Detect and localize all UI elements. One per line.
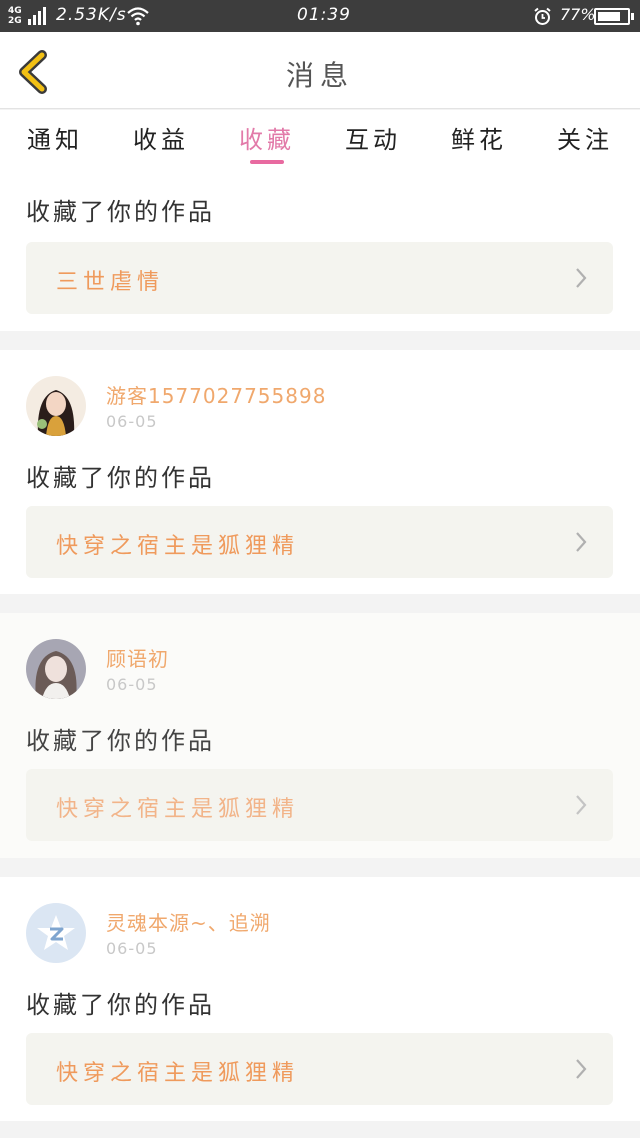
message-action: 收藏了你的作品 (26, 198, 215, 226)
network-type-top: 4G (8, 6, 22, 16)
chevron-right-icon (576, 1059, 587, 1079)
tab-earnings[interactable]: 收益 (116, 120, 206, 155)
message-card: 顾语初 06-05 收藏了你的作品 快穿之宿主是狐狸精 (0, 613, 640, 858)
tab-flowers[interactable]: 鲜花 (434, 120, 524, 155)
username[interactable]: 游客1577027755898 (106, 380, 326, 409)
work-title: 快穿之宿主是狐狸精 (56, 797, 300, 822)
message-card: 灵魂本源~、追溯 06-05 收藏了你的作品 快穿之宿主是狐狸精 (0, 877, 640, 1121)
battery-percent: 77% (560, 5, 596, 24)
message-action: 收藏了你的作品 (26, 727, 215, 755)
avatar[interactable] (26, 639, 86, 699)
chevron-right-icon (576, 795, 587, 815)
chevron-right-icon (576, 268, 587, 288)
tab-interactions[interactable]: 互动 (328, 120, 418, 155)
alarm-icon (534, 7, 551, 25)
username[interactable]: 顾语初 (106, 643, 169, 672)
message-date: 06-05 (106, 675, 158, 694)
message-card: 收藏了你的作品 三世虐情 (0, 168, 640, 331)
work-link[interactable]: 快穿之宿主是狐狸精 (26, 506, 613, 578)
message-action: 收藏了你的作品 (26, 991, 215, 1019)
work-link[interactable]: 快穿之宿主是狐狸精 (26, 1033, 613, 1105)
tab-favorites[interactable]: 收藏 (222, 120, 312, 155)
tab-following[interactable]: 关注 (540, 120, 630, 155)
navigation-header: 消息 (0, 32, 640, 109)
tab-notifications[interactable]: 通知 (10, 120, 100, 155)
message-action: 收藏了你的作品 (26, 464, 215, 492)
chevron-right-icon (576, 532, 587, 552)
clock: 01:39 (297, 5, 351, 25)
battery-icon (594, 8, 634, 25)
avatar[interactable] (26, 376, 86, 436)
username[interactable]: 灵魂本源~、追溯 (106, 907, 271, 936)
tab-bar: 通知 收益 收藏 互动 鲜花 关注 (0, 110, 640, 168)
work-title: 快穿之宿主是狐狸精 (56, 1061, 300, 1086)
work-link[interactable]: 快穿之宿主是狐狸精 (26, 769, 613, 841)
status-bar: 4G 2G 2.53K/s 01:39 77% (0, 0, 640, 32)
work-title: 三世虐情 (56, 270, 165, 295)
message-card: 游客1577027755898 06-05 收藏了你的作品 快穿之宿主是狐狸精 (0, 350, 640, 594)
message-date: 06-05 (106, 939, 158, 958)
network-speed: 2.53K/s (56, 5, 127, 25)
signal-icon: 4G 2G (8, 5, 48, 27)
wifi-icon (127, 7, 149, 26)
network-type-bottom: 2G (8, 16, 22, 26)
page-title: 消息 (285, 59, 354, 92)
active-tab-indicator (250, 160, 284, 164)
avatar[interactable] (26, 903, 86, 963)
work-link[interactable]: 三世虐情 (26, 242, 613, 314)
work-title: 快穿之宿主是狐狸精 (56, 534, 300, 559)
message-date: 06-05 (106, 412, 158, 431)
